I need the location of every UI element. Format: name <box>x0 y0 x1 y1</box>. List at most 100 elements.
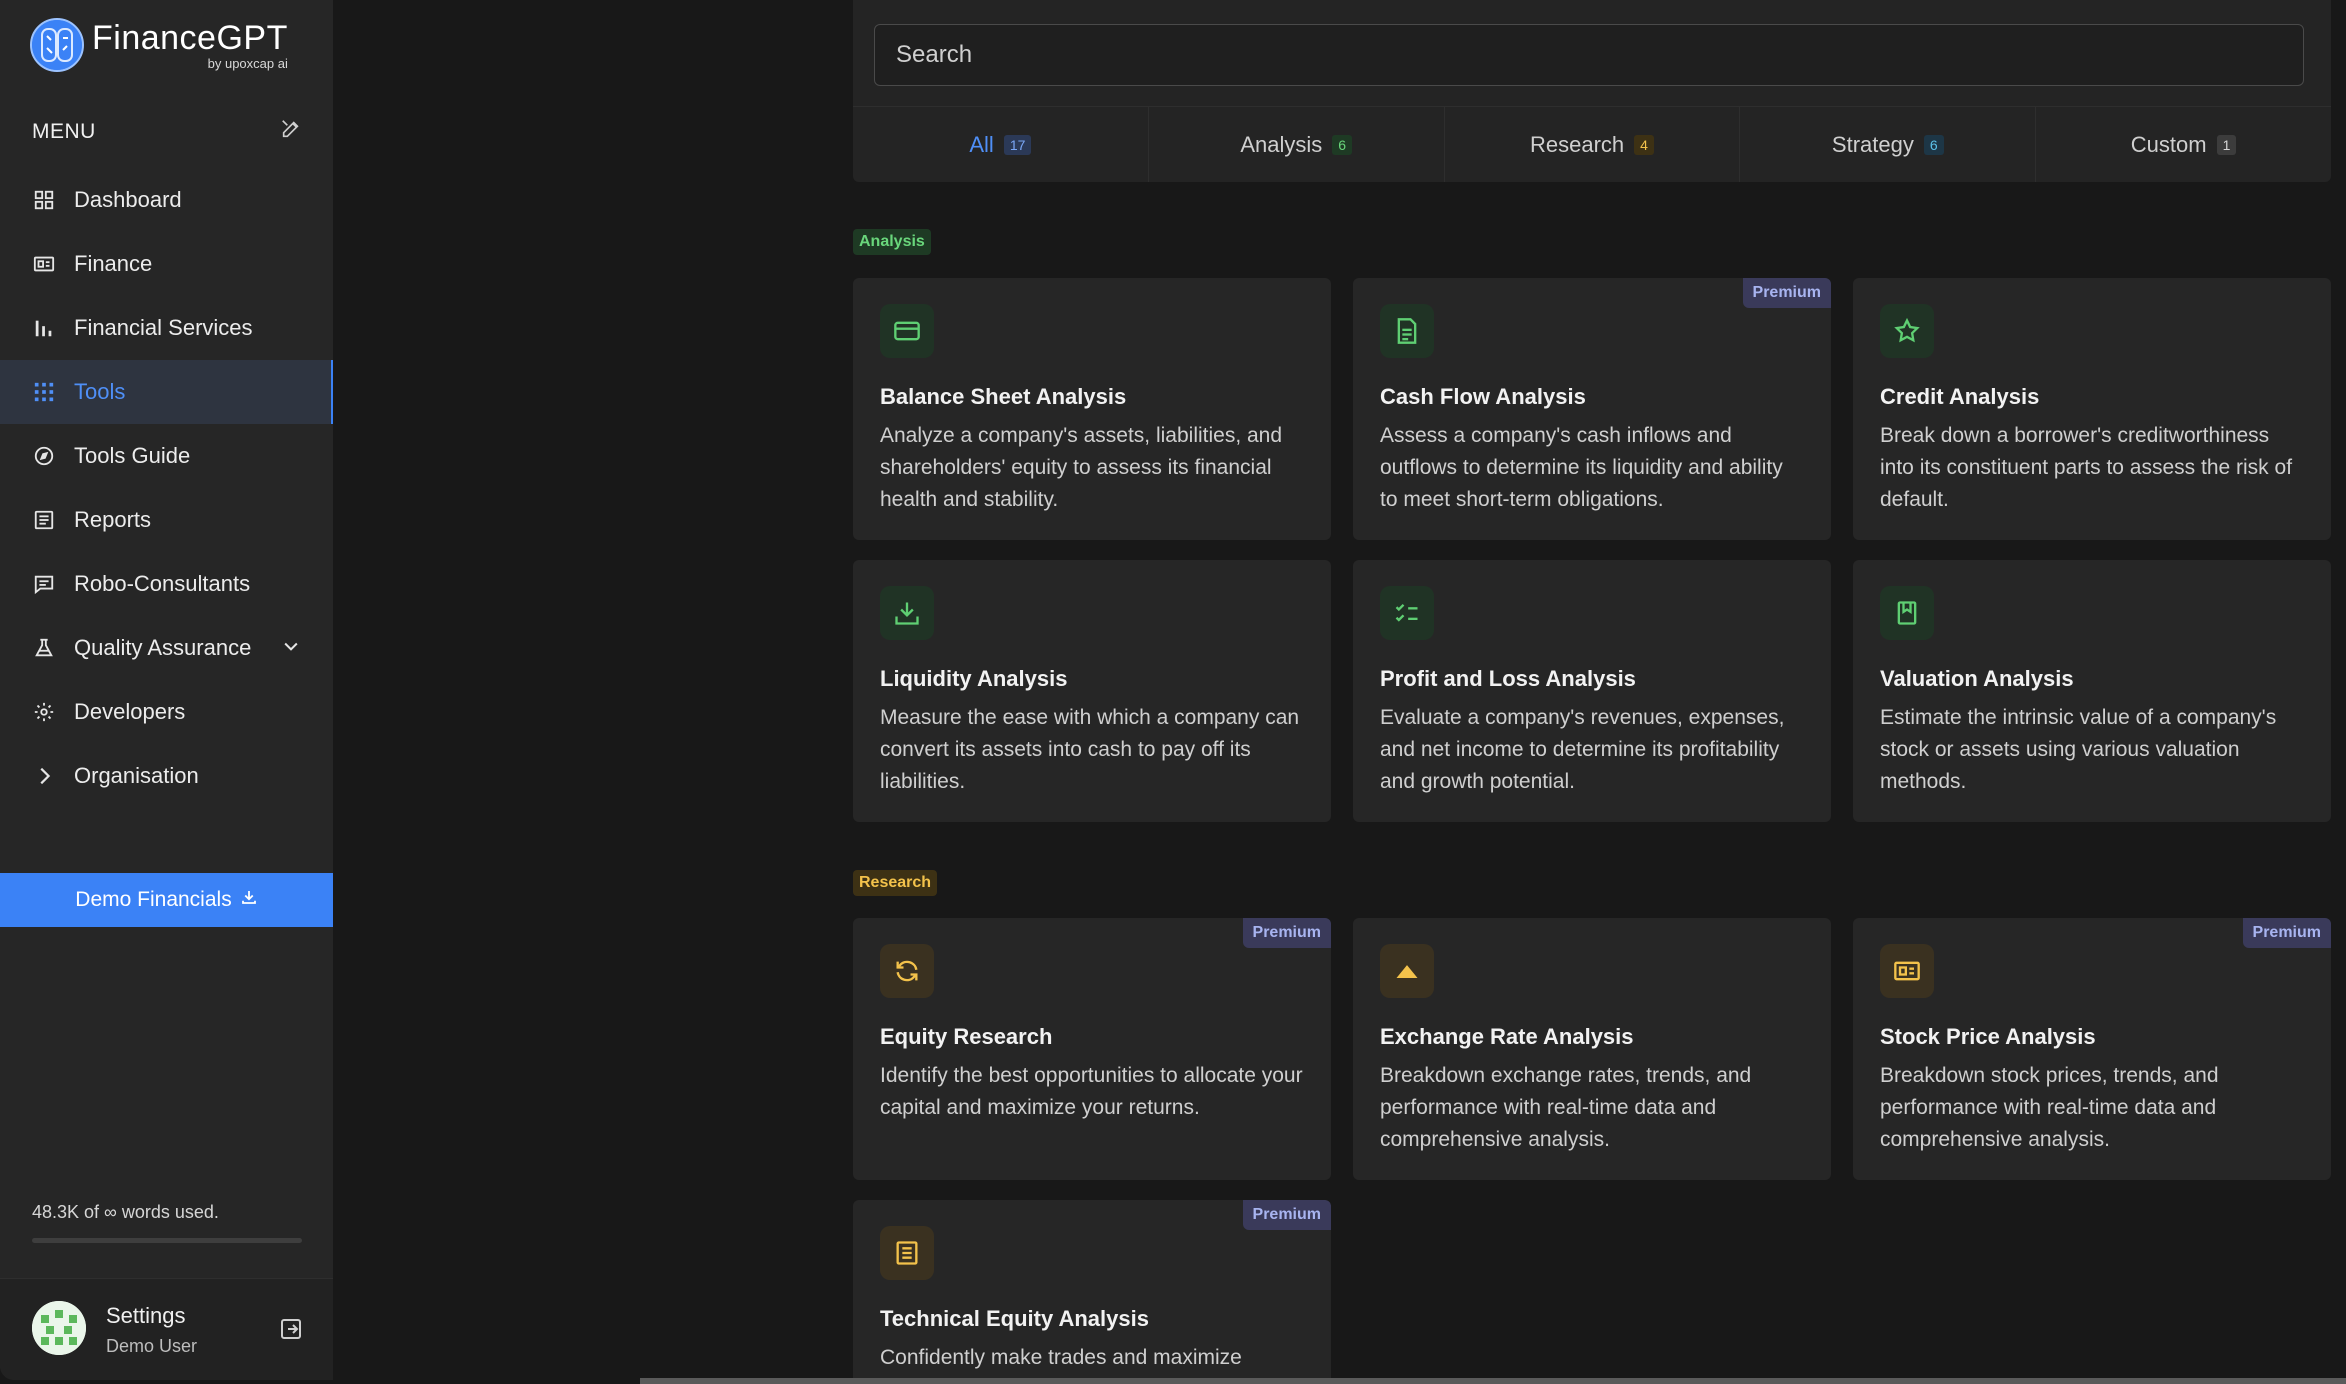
sidebar-item-label: Finance <box>74 251 153 276</box>
chat-icon <box>32 572 56 596</box>
settings-label[interactable]: Settings <box>106 1303 186 1329</box>
demo-financials-label: Demo Financials <box>75 888 232 911</box>
user-area[interactable]: Settings Demo User <box>0 1278 333 1380</box>
chevron-down-icon[interactable] <box>281 636 301 662</box>
sidebar-nav: Dashboard Finance Financial Services Too… <box>0 168 333 808</box>
tab-count-badge: 17 <box>1003 134 1032 155</box>
flask-icon <box>32 636 56 660</box>
usage-text: 48.3K of ∞ words used. <box>32 1202 219 1222</box>
tool-card-cash-flow[interactable]: Premium Cash Flow Analysis Assess a comp… <box>1353 278 1831 540</box>
demo-financials-button[interactable]: Demo Financials <box>0 873 333 927</box>
tab-count-badge: 1 <box>2216 134 2237 155</box>
card-title: Balance Sheet Analysis <box>880 384 1127 409</box>
menu-header: MENU <box>32 118 302 145</box>
tool-card-valuation[interactable]: Valuation Analysis Estimate the intrinsi… <box>1853 560 2331 822</box>
sidebar-item-label: Dashboard <box>74 187 182 212</box>
card-title: Equity Research <box>880 1024 1053 1049</box>
brain-logo-icon <box>30 18 84 72</box>
tab-all[interactable]: All 17 <box>853 107 1149 182</box>
report-icon <box>32 508 56 532</box>
search-input[interactable] <box>874 24 2304 86</box>
tool-card-credit[interactable]: Credit Analysis Break down a borrower's … <box>1853 278 2331 540</box>
bookmark-icon <box>1880 586 1934 640</box>
section-label-analysis: Analysis <box>853 229 931 255</box>
id-card-icon <box>32 252 56 276</box>
star-icon <box>1880 304 1934 358</box>
card-description: Identify the best opportunities to alloc… <box>880 1064 1303 1119</box>
tab-label: Research <box>1530 131 1625 157</box>
horizontal-scrollbar[interactable] <box>640 1378 2346 1384</box>
tool-card-profit-loss[interactable]: Profit and Loss Analysis Evaluate a comp… <box>1353 560 1831 822</box>
card-title: Valuation Analysis <box>1880 666 2074 691</box>
sidebar-item-finance[interactable]: Finance <box>0 232 333 296</box>
category-tabs: All 17 Analysis 6 Research 4 Strategy 6 … <box>853 106 2331 182</box>
tab-strategy[interactable]: Strategy 6 <box>1740 107 2037 182</box>
sidebar-item-robo-consultants[interactable]: Robo-Consultants <box>0 552 333 616</box>
sidebar-item-label: Tools <box>74 379 126 404</box>
user-role: Demo User <box>106 1336 198 1356</box>
card-description: Confidently make trades and maximize <box>880 1346 1242 1369</box>
section-label-research: Research <box>853 870 938 896</box>
sidebar-item-developers[interactable]: Developers <box>0 680 333 744</box>
triangle-up-icon <box>1380 944 1434 998</box>
tab-count-badge: 4 <box>1634 134 1654 155</box>
premium-badge: Premium <box>1242 918 1331 948</box>
sidebar-item-reports[interactable]: Reports <box>0 488 333 552</box>
menu-label: MENU <box>32 119 96 143</box>
brand-logo[interactable]: FinanceGPT by upoxcap ai <box>30 18 288 72</box>
sidebar-item-tools[interactable]: Tools <box>0 360 333 424</box>
tab-count-badge: 6 <box>1332 134 1353 155</box>
brand-name: FinanceGPT <box>92 18 288 57</box>
logout-icon[interactable] <box>279 1317 303 1346</box>
tool-card-equity-research[interactable]: Premium Equity Research Identify the bes… <box>853 918 1331 1180</box>
card-title: Credit Analysis <box>1880 384 2040 409</box>
sidebar-item-label: Robo-Consultants <box>74 571 251 596</box>
tab-custom[interactable]: Custom 1 <box>2036 107 2331 182</box>
sidebar: FinanceGPT by upoxcap ai MENU Dashboard … <box>0 0 333 1380</box>
tool-card-balance-sheet[interactable]: Balance Sheet Analysis Analyze a company… <box>853 278 1331 540</box>
sidebar-item-organisation[interactable]: Organisation <box>0 744 333 808</box>
tab-label: Strategy <box>1831 131 1914 157</box>
tab-analysis[interactable]: Analysis 6 <box>1149 107 1445 182</box>
tool-card-liquidity[interactable]: Liquidity Analysis Measure the ease with… <box>853 560 1331 822</box>
refresh-icon <box>880 944 934 998</box>
document-icon <box>1380 304 1434 358</box>
premium-badge: Premium <box>1242 1200 1331 1230</box>
card-description: Analyze a company's assets, liabilities,… <box>880 424 1283 511</box>
sidebar-item-financial-services[interactable]: Financial Services <box>0 296 333 360</box>
tool-card-exchange-rate[interactable]: Exchange Rate Analysis Breakdown exchang… <box>1353 918 1831 1180</box>
sidebar-item-tools-guide[interactable]: Tools Guide <box>0 424 333 488</box>
premium-badge: Premium <box>2242 918 2331 948</box>
avatar[interactable] <box>32 1301 86 1355</box>
card-description: Break down a borrower's creditworthiness… <box>1880 424 2293 511</box>
sidebar-item-quality-assurance[interactable]: Quality Assurance <box>0 616 333 680</box>
dots-grid-icon <box>32 380 56 404</box>
sidebar-item-label: Organisation <box>74 763 199 788</box>
card-description: Breakdown exchange rates, trends, and pe… <box>1380 1064 1752 1151</box>
download-tray-icon <box>880 586 934 640</box>
tool-card-stock-price[interactable]: Premium Stock Price Analysis Breakdown s… <box>1853 918 2331 1180</box>
compass-icon <box>32 444 56 468</box>
card-description: Measure the ease with which a company ca… <box>880 706 1300 793</box>
card-title: Liquidity Analysis <box>880 666 1068 691</box>
tab-label: Custom <box>2130 131 2207 157</box>
tool-card-technical-equity[interactable]: Premium Technical Equity Analysis Confid… <box>853 1200 1331 1378</box>
edit-icon[interactable] <box>280 118 302 145</box>
id-card-icon <box>1880 944 1934 998</box>
chevron-right-icon <box>32 764 56 788</box>
list-document-icon <box>880 1226 934 1280</box>
tab-count-badge: 6 <box>1923 134 1944 155</box>
card-title: Exchange Rate Analysis <box>1380 1024 1634 1049</box>
sidebar-item-label: Quality Assurance <box>74 635 252 660</box>
card-description: Evaluate a company's revenues, expenses,… <box>1380 706 1785 793</box>
card-title: Cash Flow Analysis <box>1380 384 1586 409</box>
checklist-icon <box>1380 586 1434 640</box>
usage-progress-bar <box>32 1238 302 1243</box>
tab-research[interactable]: Research 4 <box>1445 107 1741 182</box>
gear-icon <box>32 700 56 724</box>
sidebar-item-dashboard[interactable]: Dashboard <box>0 168 333 232</box>
grid-icon <box>32 188 56 212</box>
sidebar-item-label: Reports <box>74 507 152 532</box>
card-title: Stock Price Analysis <box>1880 1024 2096 1049</box>
credit-card-icon <box>880 304 934 358</box>
